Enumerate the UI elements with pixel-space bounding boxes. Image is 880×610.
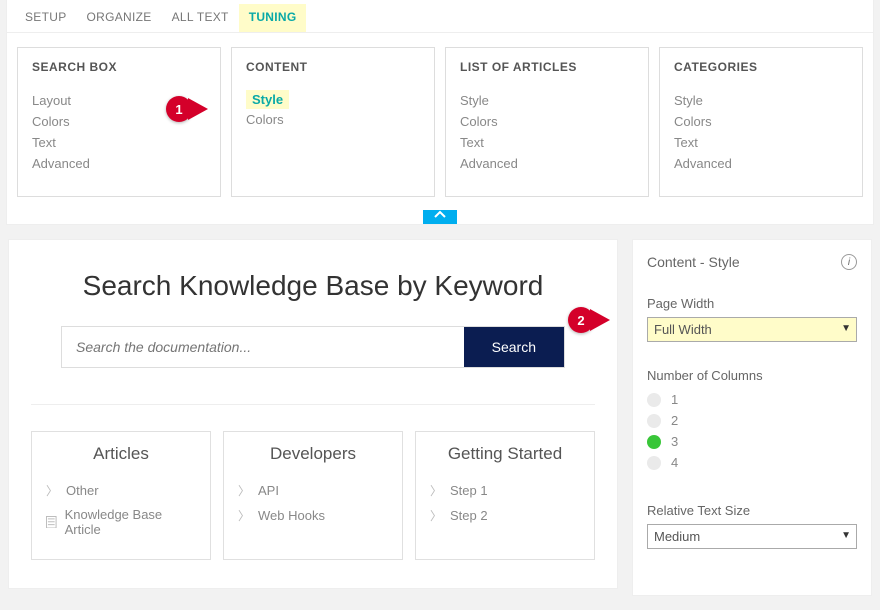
radio-label: 2 (671, 413, 678, 428)
card-item-colors[interactable]: Colors (674, 111, 848, 132)
card-title: CONTENT (246, 60, 420, 74)
card-item-colors[interactable]: Colors (32, 111, 206, 132)
card-item-advanced[interactable]: Advanced (460, 153, 634, 174)
row-item-other[interactable]: 〉 Other (46, 478, 196, 503)
row-item-article[interactable]: Knowledge Base Article (46, 503, 196, 541)
column-title: Developers (238, 444, 388, 464)
info-icon[interactable]: i (841, 254, 857, 270)
divider (31, 404, 595, 405)
radio-col-2[interactable]: 2 (647, 410, 857, 431)
page-width-select-wrap: Full Width ▼ (647, 317, 857, 342)
row-label: Step 2 (450, 508, 488, 523)
text-size-label: Relative Text Size (647, 503, 857, 518)
radio-col-4[interactable]: 4 (647, 452, 857, 473)
page-width-select[interactable]: Full Width (647, 317, 857, 342)
radio-icon (647, 414, 661, 428)
card-item-colors[interactable]: Colors (460, 111, 634, 132)
card-item-layout[interactable]: Layout (32, 90, 206, 111)
tab-setup[interactable]: SETUP (15, 4, 77, 32)
row-item-step2[interactable]: 〉 Step 2 (430, 503, 580, 528)
card-title: CATEGORIES (674, 60, 848, 74)
column-developers: Developers 〉 API 〉 Web Hooks (223, 431, 403, 560)
preview-panel: Search Knowledge Base by Keyword Search … (8, 239, 618, 589)
row-label: Knowledge Base Article (65, 507, 196, 537)
card-categories: CATEGORIES Style Colors Text Advanced (659, 47, 863, 197)
card-search-box: SEARCH BOX Layout Colors Text Advanced (17, 47, 221, 197)
collapse-bar (7, 206, 873, 224)
preview-columns: Articles 〉 Other Knowledge Base Article D… (31, 431, 595, 560)
card-title: SEARCH BOX (32, 60, 206, 74)
row-label: API (258, 483, 279, 498)
row-label: Step 1 (450, 483, 488, 498)
tab-alltext[interactable]: ALL TEXT (162, 4, 239, 32)
document-icon (46, 516, 57, 529)
card-item-colors[interactable]: Colors (246, 109, 420, 130)
card-item-advanced[interactable]: Advanced (32, 153, 206, 174)
chevron-right-icon: 〉 (430, 507, 442, 524)
chevron-up-icon (434, 210, 446, 220)
chevron-right-icon: 〉 (46, 482, 58, 499)
chevron-right-icon: 〉 (238, 507, 250, 524)
collapse-button[interactable] (423, 210, 457, 224)
top-panel: SETUP ORGANIZE ALL TEXT TUNING SEARCH BO… (6, 0, 874, 225)
card-item-text[interactable]: Text (32, 132, 206, 153)
card-item-style[interactable]: Style (460, 90, 634, 111)
text-size-select[interactable]: Medium (647, 524, 857, 549)
row-label: Web Hooks (258, 508, 325, 523)
search-box: Search (61, 326, 565, 368)
tab-tuning[interactable]: TUNING (239, 4, 307, 32)
radio-label: 3 (671, 434, 678, 449)
card-title: LIST OF ARTICLES (460, 60, 634, 74)
settings-panel: Content - Style i Page Width Full Width … (632, 239, 872, 596)
text-size-select-wrap: Medium ▼ (647, 524, 857, 549)
tab-row: SETUP ORGANIZE ALL TEXT TUNING (7, 0, 873, 33)
settings-header: Content - Style i (647, 254, 857, 270)
row-item-step1[interactable]: 〉 Step 1 (430, 478, 580, 503)
column-title: Getting Started (430, 444, 580, 464)
radio-icon (647, 435, 661, 449)
column-articles: Articles 〉 Other Knowledge Base Article (31, 431, 211, 560)
card-item-style[interactable]: Style (246, 90, 289, 109)
card-item-advanced[interactable]: Advanced (674, 153, 848, 174)
settings-title: Content - Style (647, 254, 740, 270)
card-list-of-articles: LIST OF ARTICLES Style Colors Text Advan… (445, 47, 649, 197)
tab-organize[interactable]: ORGANIZE (77, 4, 162, 32)
row-item-api[interactable]: 〉 API (238, 478, 388, 503)
preview-heading: Search Knowledge Base by Keyword (31, 270, 595, 302)
page-width-label: Page Width (647, 296, 857, 311)
card-item-text[interactable]: Text (674, 132, 848, 153)
column-getting-started: Getting Started 〉 Step 1 〉 Step 2 (415, 431, 595, 560)
radio-col-3[interactable]: 3 (647, 431, 857, 452)
radio-icon (647, 393, 661, 407)
tuning-cards: SEARCH BOX Layout Colors Text Advanced C… (7, 33, 873, 207)
radio-label: 4 (671, 455, 678, 470)
row-label: Other (66, 483, 99, 498)
card-item-text[interactable]: Text (460, 132, 634, 153)
radio-label: 1 (671, 392, 678, 407)
radio-col-1[interactable]: 1 (647, 389, 857, 410)
search-input[interactable] (62, 327, 464, 367)
column-title: Articles (46, 444, 196, 464)
chevron-right-icon: 〉 (238, 482, 250, 499)
card-content: CONTENT Style Colors (231, 47, 435, 197)
num-cols-label: Number of Columns (647, 368, 857, 383)
radio-icon (647, 456, 661, 470)
search-button[interactable]: Search (464, 327, 564, 367)
lower-area: Search Knowledge Base by Keyword Search … (0, 225, 880, 610)
chevron-right-icon: 〉 (430, 482, 442, 499)
card-item-style[interactable]: Style (674, 90, 848, 111)
row-item-webhooks[interactable]: 〉 Web Hooks (238, 503, 388, 528)
number-of-columns-block: Number of Columns 1 2 3 4 (647, 368, 857, 473)
